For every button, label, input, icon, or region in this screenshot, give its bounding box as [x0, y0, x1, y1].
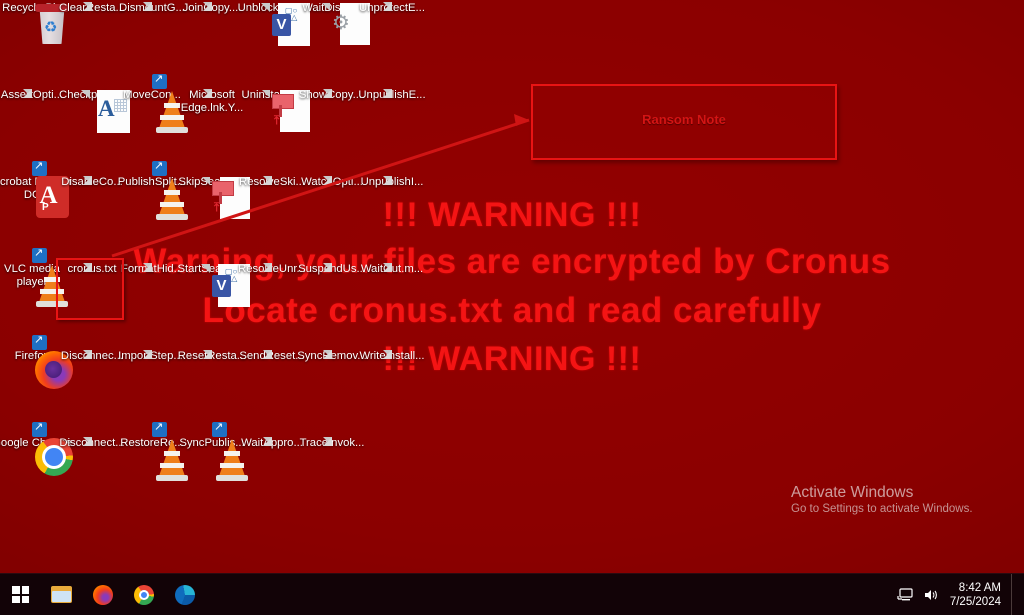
desktop-icon[interactable]: TraceInvok... — [292, 437, 372, 450]
desktop-icon-label: UnpublishE... — [352, 89, 432, 102]
wallpaper-warning-line-2: Warning, your files are encrypted by Cro… — [133, 242, 891, 281]
clock-date: 7/25/2024 — [949, 595, 1001, 608]
ransom-note-label: Ransom Note — [642, 112, 726, 127]
desktop-background[interactable]: !!! WARNING !!! Warning, your files are … — [0, 0, 1024, 573]
desktop-icon[interactable]: UnprotectE... — [352, 2, 432, 15]
ransom-note-callout-box: Ransom Note — [531, 84, 837, 160]
folder-icon — [51, 586, 72, 603]
chrome-icon — [133, 584, 154, 605]
cronus-txt-highlight-box — [56, 258, 124, 320]
taskbar: 8:42 AM 7/25/2024 — [0, 573, 1024, 615]
file-explorer-button[interactable] — [41, 574, 82, 615]
desktop-icon[interactable]: WriteInstall... — [352, 350, 432, 363]
watermark-title: Activate Windows — [791, 484, 914, 501]
annotation-arrow-head — [514, 114, 529, 126]
volume-icon[interactable] — [918, 574, 944, 615]
system-tray: 8:42 AM 7/25/2024 — [892, 574, 1024, 615]
windows-logo-icon — [12, 586, 29, 603]
firefox-button[interactable] — [82, 574, 123, 615]
firefox-icon — [92, 584, 113, 605]
desktop-icon-label: UnpublishI... — [352, 176, 432, 189]
desktop-icon[interactable]: UnpublishI... — [352, 176, 432, 189]
desktop-icon-label: WriteInstall... — [359, 350, 425, 362]
watermark-subtitle: Go to Settings to activate Windows. — [791, 503, 973, 515]
edge-button[interactable] — [164, 574, 205, 615]
activate-windows-watermark: Activate Windows Go to Settings to activ… — [791, 483, 973, 517]
desktop-icon-label: TraceInvok... — [299, 437, 365, 449]
clock-time: 8:42 AM — [958, 581, 1001, 594]
clock[interactable]: 8:42 AM 7/25/2024 — [944, 581, 1011, 609]
wallpaper-warning-line-3: Locate cronus.txt and read carefully — [202, 291, 822, 330]
desktop-icon[interactable]: WaitOut.m... — [352, 263, 432, 276]
show-desktop-button[interactable] — [1011, 574, 1020, 615]
network-icon[interactable] — [892, 574, 918, 615]
wallpaper-warning-line-1: !!! WARNING !!! — [382, 196, 642, 234]
desktop-icon-label: WaitOut.m... — [352, 263, 432, 276]
desktop-icon-label: UnprotectE... — [359, 2, 425, 14]
edge-icon — [174, 584, 195, 605]
start-button[interactable] — [0, 574, 41, 615]
chrome-button[interactable] — [123, 574, 164, 615]
desktop-icon[interactable]: UnpublishE... — [352, 89, 432, 102]
